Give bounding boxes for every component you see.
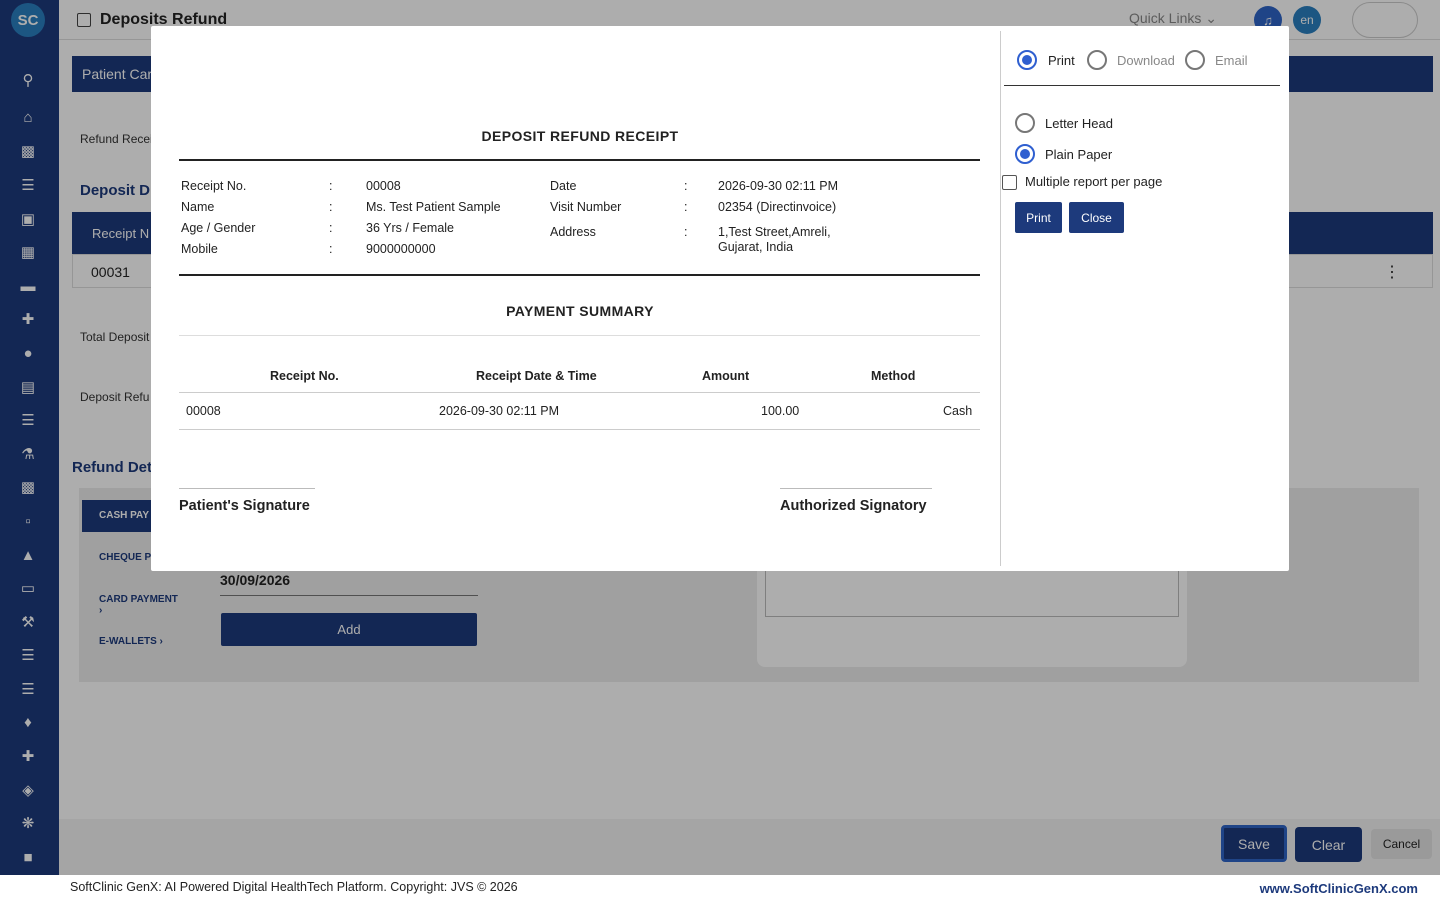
- age-gender-value: 36 Yrs / Female: [366, 221, 455, 235]
- close-button[interactable]: Close: [1069, 202, 1124, 233]
- cell-method: Cash: [943, 404, 973, 418]
- email-radio[interactable]: [1185, 50, 1205, 70]
- letter-head-label[interactable]: Letter Head: [1045, 116, 1113, 131]
- col-header-method: Method: [871, 369, 916, 383]
- signature-line: [780, 488, 932, 489]
- colon: :: [684, 179, 688, 193]
- col-header-amount: Amount: [702, 369, 750, 383]
- name-value: Ms. Test Patient Sample: [366, 200, 501, 214]
- print-button[interactable]: Print: [1015, 202, 1062, 233]
- divider: [179, 392, 980, 393]
- address-line-1: 1,Test Street,Amreli,: [718, 225, 831, 239]
- divider: [179, 429, 980, 430]
- multiple-report-label[interactable]: Multiple report per page: [1025, 174, 1162, 189]
- copyright-text: SoftClinic GenX: AI Powered Digital Heal…: [70, 880, 518, 894]
- divider: [179, 274, 980, 276]
- visit-number-label: Visit Number: [550, 200, 622, 214]
- footer: SoftClinic GenX: AI Powered Digital Heal…: [0, 875, 1440, 900]
- colon: :: [684, 200, 688, 214]
- colon: :: [329, 242, 333, 256]
- colon: :: [684, 225, 688, 239]
- receipt-no-label: Receipt No.: [181, 179, 247, 193]
- address-line-2: Gujarat, India: [718, 240, 794, 254]
- colon: :: [329, 200, 333, 214]
- print-preview-modal: DEPOSIT REFUND RECEIPT Receipt No. : 000…: [151, 26, 1289, 571]
- cell-amount: 100.00: [761, 404, 800, 418]
- divider: [179, 335, 980, 336]
- payment-summary-title: PAYMENT SUMMARY: [506, 303, 654, 319]
- patient-signature: Patient's Signature: [179, 498, 310, 514]
- mobile-label: Mobile: [181, 242, 218, 256]
- signature-line: [179, 488, 315, 489]
- print-option-label[interactable]: Print: [1048, 53, 1075, 68]
- col-header-datetime: Receipt Date & Time: [476, 369, 597, 383]
- plain-paper-label[interactable]: Plain Paper: [1045, 147, 1112, 162]
- date-label: Date: [550, 179, 577, 193]
- authorized-signatory: Authorized Signatory: [780, 498, 927, 514]
- print-radio[interactable]: [1017, 50, 1037, 70]
- divider: [1004, 85, 1280, 86]
- colon: :: [329, 179, 333, 193]
- download-option-label[interactable]: Download: [1117, 53, 1175, 68]
- multiple-report-checkbox[interactable]: [1002, 175, 1017, 190]
- age-gender-label: Age / Gender: [181, 221, 256, 235]
- visit-number-value: 02354 (Directinvoice): [718, 200, 837, 214]
- name-label: Name: [181, 200, 215, 214]
- date-value: 2026-09-30 02:11 PM: [718, 179, 838, 193]
- letter-head-radio[interactable]: [1015, 113, 1035, 133]
- print-options-panel: Print Download Email Letter Head Plain P…: [1002, 26, 1289, 571]
- col-header-receipt-no: Receipt No.: [270, 369, 339, 383]
- divider: [179, 159, 980, 161]
- email-option-label[interactable]: Email: [1215, 53, 1248, 68]
- receipt-no-value: 00008: [366, 179, 401, 193]
- cell-receipt-no: 00008: [186, 404, 221, 418]
- address-label: Address: [550, 225, 596, 239]
- colon: :: [329, 221, 333, 235]
- plain-paper-radio[interactable]: [1015, 144, 1035, 164]
- panel-divider: [1000, 31, 1001, 566]
- cell-datetime: 2026-09-30 02:11 PM: [439, 404, 559, 418]
- mobile-value: 9000000000: [366, 242, 436, 256]
- website-link[interactable]: www.SoftClinicGenX.com: [1260, 881, 1418, 896]
- receipt-document: DEPOSIT REFUND RECEIPT Receipt No. : 000…: [179, 26, 981, 571]
- download-radio[interactable]: [1087, 50, 1107, 70]
- receipt-title: DEPOSIT REFUND RECEIPT: [481, 128, 679, 144]
